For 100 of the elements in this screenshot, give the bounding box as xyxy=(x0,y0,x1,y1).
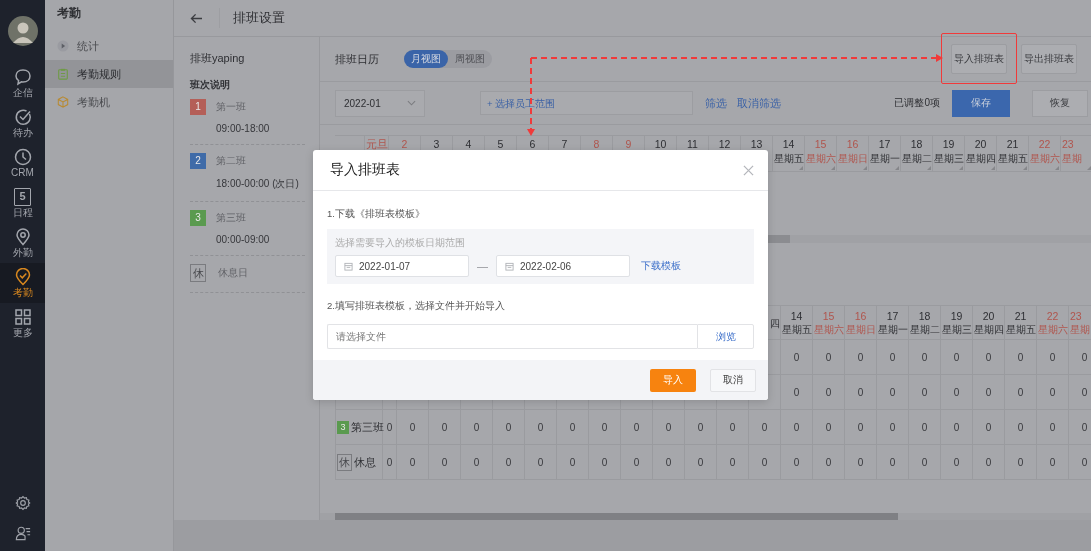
step-text: 1.下载《排班表模板》 xyxy=(327,207,426,220)
view-tab[interactable]: 月视图 xyxy=(404,50,448,68)
weekday: 四 xyxy=(770,317,780,330)
day-number: 18 xyxy=(918,309,931,322)
section-title: 考勤 xyxy=(56,5,82,22)
day-number: 2 xyxy=(401,138,408,150)
table-cell: 0 xyxy=(857,351,864,363)
page-title: 排班设置 xyxy=(233,9,285,27)
clipboard-icon xyxy=(57,68,69,80)
day-number: 18 xyxy=(910,138,923,150)
export-button[interactable]: 导出排班表 xyxy=(1021,44,1077,74)
day-number: 16 xyxy=(854,309,867,322)
back-arrow-icon[interactable] xyxy=(190,12,203,24)
box-icon xyxy=(57,96,69,108)
table-cell: 0 xyxy=(1049,351,1056,363)
weekday: 星期日 xyxy=(837,153,868,165)
table-cell: 0 xyxy=(1017,386,1024,398)
table-cell: 0 xyxy=(825,421,832,433)
weekday: 星期六 xyxy=(813,323,844,336)
sidebar-item[interactable]: 企信 xyxy=(0,63,45,103)
range-label: 选择需要导入的模板日期范围 xyxy=(335,237,466,249)
calendar-icon: 5 xyxy=(14,187,31,206)
weekday: 星期六 xyxy=(1037,323,1068,336)
import-button[interactable]: 导入排班表 xyxy=(951,44,1007,74)
day-number: 8 xyxy=(593,138,600,150)
sidebar-item[interactable]: 待办 xyxy=(0,103,45,143)
weekday: 星期五 xyxy=(773,153,804,165)
weekday: 星期 xyxy=(1062,153,1082,165)
user-list-icon[interactable] xyxy=(14,525,31,541)
table-cell: 0 xyxy=(793,421,800,433)
weekday: 星期六 xyxy=(1029,153,1060,165)
day-number: 19 xyxy=(942,138,955,150)
save-button[interactable]: 保存 xyxy=(952,89,1010,117)
day-number: 5 xyxy=(497,138,504,150)
filter-link[interactable]: 取消筛选 xyxy=(737,95,781,111)
weekday: 星期五 xyxy=(781,323,812,336)
avatar[interactable] xyxy=(7,16,38,46)
table-cell: 0 xyxy=(1017,456,1024,468)
calendar-icon xyxy=(505,261,514,271)
download-link[interactable]: 下载模板 xyxy=(641,259,681,273)
weekday: 星期一 xyxy=(877,323,908,336)
table-cell: 0 xyxy=(633,421,640,433)
shift-time: 09:00-18:00 xyxy=(216,123,271,134)
table-cell: 0 xyxy=(1049,386,1056,398)
table-cell: 0 xyxy=(505,421,512,433)
day-number: 7 xyxy=(561,138,568,150)
table-cell: 0 xyxy=(857,421,864,433)
table-cell: 0 xyxy=(601,456,608,468)
table-cell: 0 xyxy=(953,351,960,363)
shift-badge: 2 xyxy=(190,153,206,169)
row-label: 休息 xyxy=(354,454,376,470)
restore-button[interactable]: 恢复 xyxy=(1032,89,1088,117)
day-number: 19 xyxy=(950,309,963,322)
play-circle-icon xyxy=(57,40,69,52)
date-field[interactable]: 2022-02-06 xyxy=(496,255,630,277)
table-cell: 0 xyxy=(569,421,576,433)
rest-badge: 休 xyxy=(190,264,206,282)
adjusted-count: 已调整0项 xyxy=(894,96,940,110)
table-cell: 0 xyxy=(473,456,480,468)
sidebar-item[interactable]: 外勤 xyxy=(0,223,45,263)
table-cell: 0 xyxy=(569,456,576,468)
table-cell: 0 xyxy=(921,456,928,468)
month-select[interactable]: 2022-01 xyxy=(335,89,425,117)
sidebar-item[interactable]: 5 日程 xyxy=(0,183,45,223)
browse-button[interactable]: 浏览 xyxy=(697,324,754,349)
table-cell: 0 xyxy=(473,421,480,433)
file-field[interactable]: 请选择文件 xyxy=(327,324,697,349)
shift-badge: 3 xyxy=(337,420,349,434)
cancel-button[interactable]: 取消 xyxy=(710,368,756,392)
settings-icon[interactable] xyxy=(14,495,31,511)
weekday: 星期 xyxy=(1070,323,1090,336)
table-cell: 0 xyxy=(409,456,416,468)
table-cell: 0 xyxy=(1081,386,1088,398)
day-number: 6 xyxy=(529,138,536,150)
day-number: 15 xyxy=(814,138,827,150)
table-cell: 0 xyxy=(985,421,992,433)
grid-icon xyxy=(13,307,32,326)
table-cell: 0 xyxy=(386,456,393,468)
check-pin-icon xyxy=(13,267,32,286)
table-cell: 0 xyxy=(889,386,896,398)
calendar-icon xyxy=(344,261,353,271)
sidebar-item[interactable]: CRM xyxy=(0,143,45,183)
day-number: 21 xyxy=(1014,309,1027,322)
day-number: 元旦 xyxy=(365,138,388,150)
table-cell: 0 xyxy=(825,456,832,468)
table-cell: 0 xyxy=(857,386,864,398)
view-tab[interactable]: 周视图 xyxy=(448,50,492,68)
nav-item[interactable]: 考勤规则 xyxy=(45,60,173,88)
sidebar-item[interactable]: 考勤 xyxy=(0,263,45,303)
day-number: 17 xyxy=(886,309,899,322)
table-cell: 0 xyxy=(921,351,928,363)
date-field[interactable]: 2022-01-07 xyxy=(335,255,469,277)
table-cell: 0 xyxy=(1017,351,1024,363)
sidebar-item[interactable]: 更多 xyxy=(0,303,45,343)
filter-link[interactable]: 筛选 xyxy=(705,95,727,111)
nav-item[interactable]: 考勤机 xyxy=(45,88,173,116)
nav-item[interactable]: 统计 xyxy=(45,32,173,60)
horizontal-scrollbar[interactable] xyxy=(320,513,1091,520)
table-cell: 0 xyxy=(537,456,544,468)
table-cell: 0 xyxy=(761,421,768,433)
